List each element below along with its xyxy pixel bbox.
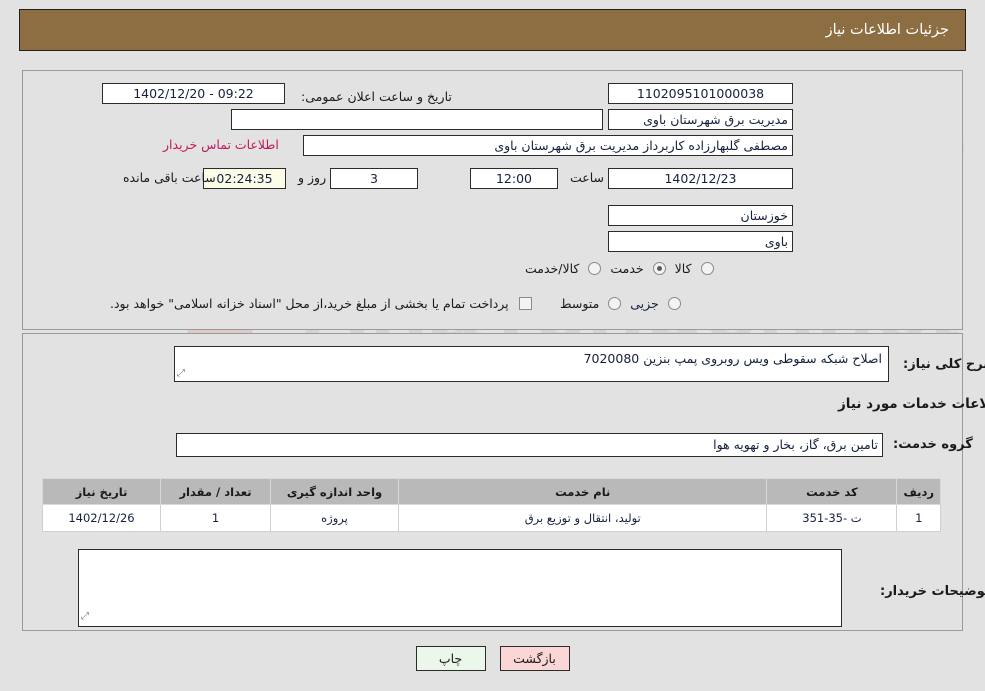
page-header: جزئیات اطلاعات نیاز: [19, 9, 966, 51]
table-header-row-no: ردیف: [896, 478, 941, 505]
buyer-contact-link[interactable]: اطلاعات تماس خریدار: [157, 137, 285, 152]
process-radio-jozei[interactable]: [667, 297, 681, 310]
cell-unit: پروژه: [270, 504, 399, 532]
public-announce-label: تاریخ و ساعت اعلان عمومی:: [301, 88, 452, 104]
category-radio-khedmat[interactable]: [652, 262, 666, 275]
cell-row-no: 1: [896, 504, 941, 532]
creator-value: مصطفی گلبهارزاده کاربرداز مدیریت برق شهر…: [303, 135, 793, 156]
deadline-date-value: 1402/12/23: [608, 168, 793, 189]
buyer-org-value: مدیریت برق شهرستان باوی: [608, 109, 793, 130]
remaining-label: ساعت باقی مانده: [123, 170, 216, 185]
hour-label: ساعت: [570, 170, 605, 185]
process-option-0-label: جزیی: [630, 296, 659, 311]
public-announce-row: تاریخ و ساعت اعلان عمومی:: [295, 85, 452, 107]
category-option-0-label: کالا: [674, 261, 692, 276]
days-label: روز و: [298, 170, 327, 185]
process-radio-group: جزیی متوسط: [555, 296, 685, 311]
services-section-heading: اطلاعات خدمات مورد نیاز: [838, 396, 985, 412]
city-value: باوی: [608, 231, 793, 252]
table-row[interactable]: 1 ت -35-351 تولید، انتقال و توزیع برق پر…: [42, 504, 941, 532]
table-header-row: ردیف کد خدمت نام خدمت واحد اندازه گیری ت…: [42, 478, 941, 505]
service-group-value: تامین برق، گاز، بخار و تهویه هوا: [176, 433, 883, 457]
table-header-code: کد خدمت: [766, 478, 898, 505]
description-textarea[interactable]: [174, 346, 889, 382]
cell-service-name: تولید، انتقال و توزیع برق: [397, 504, 768, 532]
table-header-date: تاریخ نیاز: [42, 478, 161, 505]
description-label: شرح کلی نیاز:: [903, 357, 985, 372]
category-radio-kala-khedmat[interactable]: [588, 262, 602, 275]
buyer-notes-label: توضیحات خریدار:: [880, 584, 985, 599]
buyer-org-overflow-field: [231, 109, 603, 130]
process-radio-motevaset[interactable]: [608, 297, 622, 310]
cell-quantity: 1: [160, 504, 271, 532]
category-option-2-label: کالا/خدمت: [525, 261, 580, 276]
cell-service-code: ت -35-351: [766, 504, 898, 532]
table-header-quantity: تعداد / مقدار: [160, 478, 271, 505]
hour-value: 12:00: [470, 168, 558, 189]
services-table: ردیف کد خدمت نام خدمت واحد اندازه گیری ت…: [42, 478, 941, 532]
category-option-1-label: خدمت: [610, 261, 644, 276]
buyer-notes-textarea[interactable]: [78, 549, 842, 627]
category-radio-group: کالا خدمت کالا/خدمت: [520, 261, 718, 276]
page-title: جزئیات اطلاعات نیاز: [825, 22, 949, 38]
table-header-name: نام خدمت: [397, 478, 768, 505]
payment-note-label: پرداخت تمام یا بخشی از مبلغ خرید،از محل …: [110, 296, 509, 311]
category-radio-kala[interactable]: [700, 262, 714, 275]
service-group-label: گروه خدمت:: [893, 437, 973, 452]
cell-need-date: 1402/12/26: [42, 504, 161, 532]
process-option-1-label: متوسط: [560, 296, 600, 311]
action-button-row: بازگشت چاپ: [0, 646, 985, 671]
province-value: خوزستان: [608, 205, 793, 226]
table-header-unit: واحد اندازه گیری: [270, 478, 399, 505]
print-button[interactable]: چاپ: [415, 646, 486, 671]
payment-note-group: پرداخت تمام یا بخشی از مبلغ خرید،از محل …: [105, 296, 537, 311]
public-announce-value: 09:22 - 1402/12/20: [102, 83, 285, 104]
payment-note-checkbox[interactable]: [518, 297, 532, 310]
back-button[interactable]: بازگشت: [499, 646, 570, 671]
need-number-value: 1102095101000038: [608, 83, 793, 104]
days-value: 3: [330, 168, 418, 189]
